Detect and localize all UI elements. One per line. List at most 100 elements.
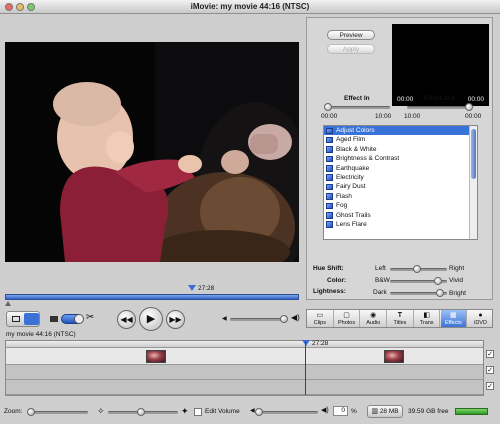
video-clip-thumbnail[interactable]: [146, 350, 166, 363]
clip-volume-knob[interactable]: [255, 408, 263, 416]
lightness-left-label: Dark: [373, 289, 387, 296]
titles-icon: T: [397, 312, 403, 319]
pane-selector: ▭ Clips ▢ Photos ◉ Audio T Titles ◧ Trans ▦ Ef…: [306, 309, 493, 328]
zoom-slider[interactable]: [28, 411, 88, 414]
zoom-window-button[interactable]: [27, 3, 35, 11]
preview-button[interactable]: Preview: [327, 30, 375, 40]
video-frame-image: [5, 42, 299, 262]
hue-right-label: Right: [449, 265, 465, 272]
volume-percent-unit: %: [351, 408, 357, 415]
trash-icon: ▥: [371, 408, 378, 415]
pane-button-clips[interactable]: ▭ Clips: [307, 310, 334, 327]
effect-out-knob[interactable]: [465, 103, 473, 111]
video-track-checkbox[interactable]: ✓: [486, 350, 494, 358]
playback-volume-knob[interactable]: [280, 315, 288, 323]
lightness-label: Lightness:: [313, 288, 346, 295]
timeline[interactable]: 27:28: [5, 340, 484, 396]
effect-icon: [326, 221, 333, 228]
effect-icon: [326, 155, 333, 163]
effects-icon: ▦: [450, 312, 457, 319]
effect-in-max-time: 10:00: [375, 113, 392, 120]
effect-item[interactable]: Aged Film: [324, 135, 477, 144]
effect-icon: [326, 127, 333, 134]
audio-track-2-checkbox[interactable]: ✓: [486, 382, 494, 390]
clip-volume-slider[interactable]: [258, 411, 318, 414]
effect-in-min-time: 00:00: [321, 113, 338, 120]
effects-list-scrollbar[interactable]: [469, 126, 477, 239]
hue-shift-label: Hue Shift:: [313, 265, 344, 272]
preview-end-time: 00:00: [467, 96, 484, 103]
fast-forward-button[interactable]: ▶▶: [166, 310, 185, 329]
effect-item[interactable]: Adjust Colors: [324, 126, 477, 136]
effect-icon: [326, 174, 333, 181]
project-label: my movie 44:16 (NTSC): [6, 331, 76, 338]
effect-item[interactable]: Ghost Trails: [324, 211, 477, 220]
video-clip-thumbnail[interactable]: [384, 350, 404, 363]
pane-button-trans[interactable]: ◧ Trans: [414, 310, 441, 327]
fast-rabbit-icon: ✦: [181, 406, 189, 416]
mode-switch-knob[interactable]: [74, 314, 84, 324]
scrubber-bar[interactable]: [5, 294, 299, 300]
effect-in-knob[interactable]: [324, 103, 332, 111]
video-track[interactable]: [6, 348, 483, 365]
effects-list[interactable]: Adjust Colors Aged Film Black & White Br…: [323, 125, 478, 240]
effect-out-slider[interactable]: [407, 106, 472, 109]
transitions-icon: ◧: [423, 312, 430, 319]
effect-item[interactable]: Black & White: [324, 145, 477, 154]
zoom-knob[interactable]: [27, 408, 35, 416]
apply-button[interactable]: Apply: [327, 44, 375, 54]
effect-icon: [326, 165, 333, 172]
crop-marker-icon[interactable]: [5, 300, 11, 306]
clips-icon: ▭: [316, 312, 324, 319]
effect-item[interactable]: Electricity: [324, 173, 477, 182]
close-window-button[interactable]: [5, 3, 13, 11]
volume-percent-input[interactable]: 0: [333, 406, 348, 416]
hue-left-label: Left: [375, 265, 386, 272]
effect-item[interactable]: Lens Flare: [324, 220, 477, 229]
color-label: Color:: [327, 277, 347, 284]
pane-button-audio[interactable]: ◉ Audio: [360, 310, 388, 327]
disk-free-label: 39.59 GB free: [408, 408, 449, 415]
audio-track-2[interactable]: [6, 380, 483, 395]
color-knob[interactable]: [434, 277, 442, 285]
pane-button-effects[interactable]: ▦ Effects: [440, 310, 468, 327]
lightness-knob[interactable]: [436, 289, 444, 297]
view-mode-toggle[interactable]: [6, 311, 40, 327]
minimize-window-button[interactable]: [16, 3, 24, 11]
video-viewer[interactable]: [5, 42, 299, 262]
camera-edit-switch[interactable]: ✂: [50, 312, 94, 325]
edit-volume-checkbox[interactable]: [194, 408, 202, 416]
pane-button-photos[interactable]: ▢ Photos: [334, 310, 361, 327]
pane-button-idvd[interactable]: ● iDVD: [467, 310, 494, 327]
speed-knob[interactable]: [137, 408, 145, 416]
zoom-label: Zoom:: [4, 408, 23, 415]
playhead-marker-icon[interactable]: [188, 285, 196, 291]
trash-size: 28 MB: [379, 408, 399, 415]
timeline-playhead-icon[interactable]: [302, 340, 310, 346]
pane-button-titles[interactable]: T Titles: [387, 310, 414, 327]
playback-volume-slider[interactable]: [230, 318, 285, 321]
play-button[interactable]: ▶: [139, 307, 163, 331]
volume-high-icon: ◀): [291, 313, 300, 322]
status-bar: Zoom: ✧ ✦ Edit Volume ◀ ◀) 0 % ▥ 28 MB 3…: [0, 400, 500, 424]
rewind-button[interactable]: ◀◀: [117, 310, 136, 329]
effect-item[interactable]: Fairy Dust: [324, 182, 477, 191]
audio-track-1[interactable]: [6, 365, 483, 380]
effect-icon: [326, 146, 333, 153]
effect-item[interactable]: Fog: [324, 201, 477, 210]
viewer-playhead-time: 27:28: [198, 285, 215, 292]
effect-item[interactable]: Flash: [324, 192, 477, 201]
effect-icon: [326, 183, 333, 191]
disk-space-meter: [455, 408, 488, 415]
clip-volume-high-icon: ◀): [321, 407, 329, 414]
preview-start-time: 00:00: [397, 96, 414, 103]
effect-out-min-time: 10:00: [404, 113, 421, 120]
effect-item[interactable]: Earthquake: [324, 164, 477, 173]
trash-button[interactable]: ▥ 28 MB: [367, 405, 403, 418]
scrollbar-thumb[interactable]: [471, 129, 476, 179]
effect-in-slider[interactable]: [325, 106, 390, 109]
hue-shift-knob[interactable]: [413, 265, 421, 273]
timeline-ruler[interactable]: [6, 341, 483, 348]
audio-track-1-checkbox[interactable]: ✓: [486, 366, 494, 374]
effect-item[interactable]: Brightness & Contrast: [324, 154, 477, 163]
